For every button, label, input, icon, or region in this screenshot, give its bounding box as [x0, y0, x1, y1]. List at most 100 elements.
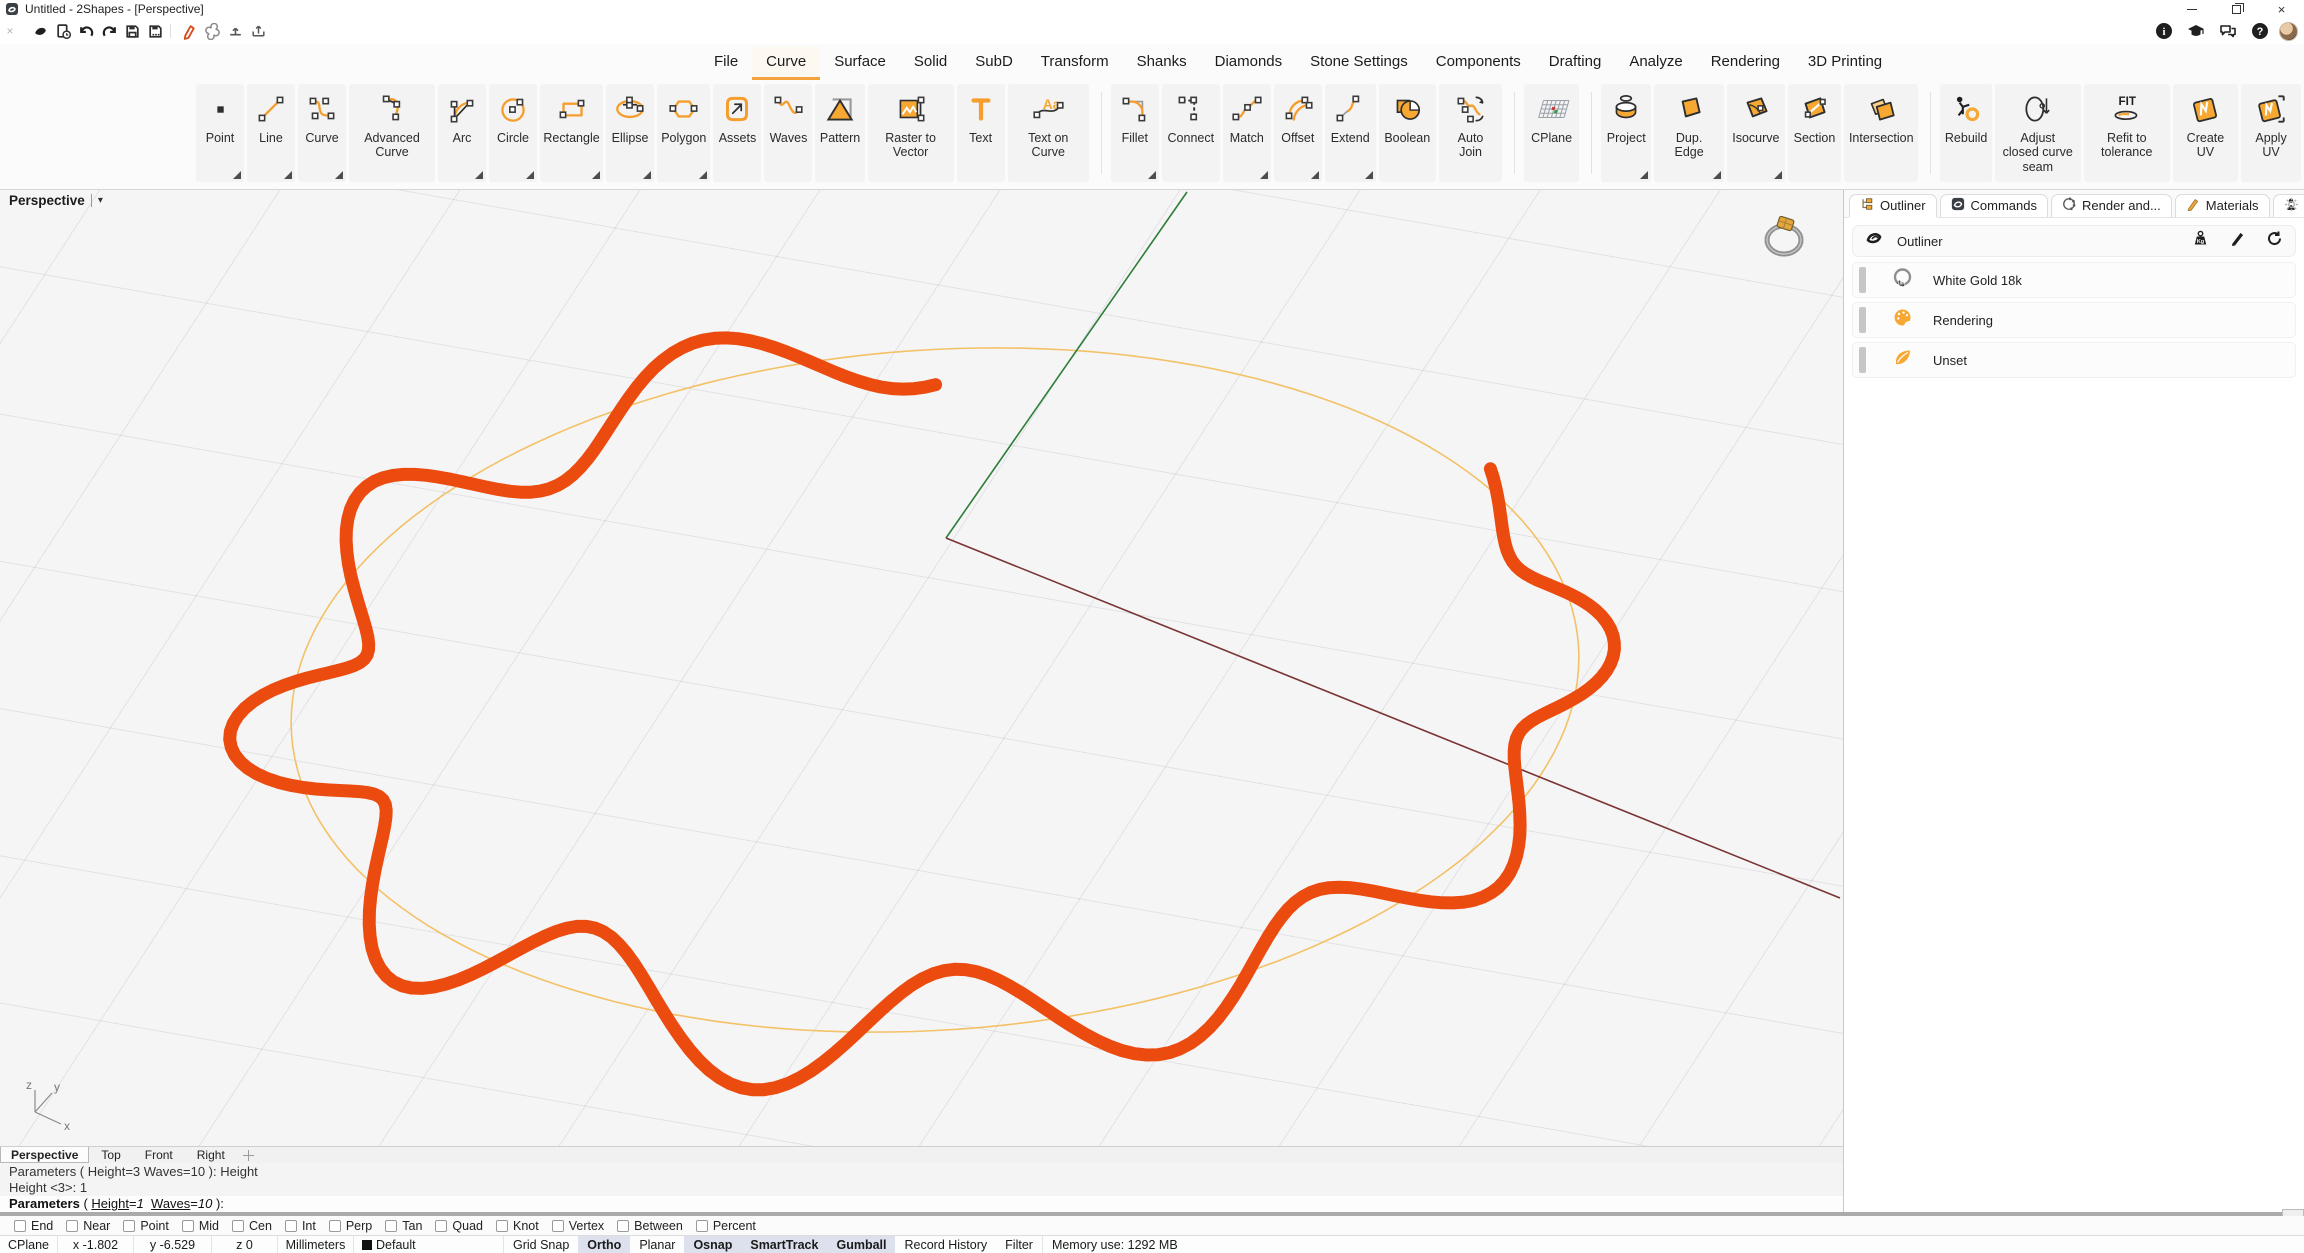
toolbar-button-section[interactable]: Section — [1788, 84, 1841, 182]
help-icon[interactable]: ? — [2251, 22, 2269, 40]
menu-tab-analyze[interactable]: Analyze — [1615, 47, 1696, 80]
toolbar-button-pattern[interactable]: Pattern — [815, 84, 864, 182]
toolbar-button-ellipse[interactable]: Ellipse — [606, 84, 654, 182]
gear-icon[interactable] — [2284, 197, 2299, 217]
refresh-icon[interactable] — [2266, 230, 2283, 252]
toolbar-button-raster-to-vector[interactable]: Raster to Vector — [868, 84, 954, 182]
checkbox-unchecked[interactable] — [696, 1220, 708, 1232]
toolbar-button-boolean[interactable]: Boolean — [1379, 84, 1436, 182]
viewport-tab-perspective[interactable]: Perspective — [0, 1147, 89, 1163]
toolbar-button-fillet[interactable]: Fillet — [1111, 84, 1159, 182]
save-icon[interactable] — [123, 22, 142, 41]
info-icon[interactable]: i — [2155, 22, 2173, 40]
restore-button[interactable] — [2214, 0, 2259, 18]
chat-icon[interactable] — [2219, 22, 2237, 40]
menu-tab-subd[interactable]: SubD — [961, 47, 1027, 80]
toolbar-button-point[interactable]: Point — [196, 84, 244, 182]
panel-tab-commands[interactable]: Commands — [1940, 194, 2048, 217]
toolbar-button-arc[interactable]: Arc — [438, 84, 486, 182]
osnap-toggle-tan[interactable]: Tan — [385, 1219, 422, 1233]
menu-tab-3d-printing[interactable]: 3D Printing — [1794, 47, 1896, 80]
file-history-icon[interactable] — [54, 22, 73, 41]
menu-tab-surface[interactable]: Surface — [820, 47, 900, 80]
menu-tab-shanks[interactable]: Shanks — [1123, 47, 1201, 80]
toolbar-close-icon[interactable]: × — [3, 24, 17, 38]
osnap-toggle-int[interactable]: Int — [285, 1219, 316, 1233]
close-button[interactable]: × — [2259, 0, 2304, 18]
viewport-title-menu[interactable]: Perspective ▾ — [9, 193, 103, 208]
status-toggle-planar[interactable]: Planar — [630, 1236, 684, 1253]
toolbar-button-apply-uv[interactable]: Apply UV — [2241, 84, 2301, 182]
toolbar-button-refit-to-tolerance[interactable]: FITRefit to tolerance — [2084, 84, 2170, 182]
toolbar-button-text-on-curve[interactable]: AaText on Curve — [1008, 84, 1089, 182]
menu-tab-stone-settings[interactable]: Stone Settings — [1296, 47, 1422, 80]
toolbar-button-line[interactable]: Line — [247, 84, 295, 182]
status-toggle-gumball[interactable]: Gumball — [827, 1236, 895, 1253]
checkbox-unchecked[interactable] — [385, 1220, 397, 1232]
toolbar-button-text[interactable]: Text — [957, 84, 1005, 182]
academy-icon[interactable] — [2187, 22, 2205, 40]
status-toggle-record-history[interactable]: Record History — [895, 1236, 996, 1253]
stamp-icon[interactable] — [203, 22, 222, 41]
menu-tab-transform[interactable]: Transform — [1027, 47, 1123, 80]
checkbox-unchecked[interactable] — [329, 1220, 341, 1232]
status-toggle-smarttrack[interactable]: SmartTrack — [741, 1236, 827, 1253]
menu-tab-drafting[interactable]: Drafting — [1535, 47, 1616, 80]
osnap-toggle-cen[interactable]: Cen — [232, 1219, 272, 1233]
material-row-unset[interactable]: Unset — [1852, 342, 2296, 378]
undo-icon[interactable] — [77, 22, 96, 41]
osnap-toggle-knot[interactable]: Knot — [496, 1219, 539, 1233]
menu-tab-curve[interactable]: Curve — [752, 47, 820, 80]
toolbar-button-rebuild[interactable]: Rebuild — [1940, 84, 1991, 182]
toolbar-button-waves[interactable]: Waves — [764, 84, 812, 182]
prompt-option-height[interactable]: Height — [91, 1196, 129, 1211]
viewport-tab-front[interactable]: Front — [133, 1147, 185, 1163]
marker-icon[interactable] — [180, 22, 199, 41]
toolbar-button-intersection[interactable]: Intersection — [1844, 84, 1918, 182]
osnap-toggle-perp[interactable]: Perp — [329, 1219, 372, 1233]
toolbar-button-auto-join[interactable]: Auto Join — [1439, 84, 1502, 182]
osnap-toggle-end[interactable]: End — [14, 1219, 53, 1233]
prompt-option-waves[interactable]: Waves — [151, 1196, 190, 1211]
osnap-toggle-vertex[interactable]: Vertex — [552, 1219, 604, 1233]
status-toggle-grid-snap[interactable]: Grid Snap — [504, 1236, 578, 1253]
toolbar-button-curve[interactable]: Curve — [298, 84, 346, 182]
toolbar-button-adjust-closed-curve-seam[interactable]: Adjust closed curve seam — [1995, 84, 2081, 182]
toolbar-button-advanced-curve[interactable]: Advanced Curve — [349, 84, 435, 182]
app-swoosh-icon[interactable] — [31, 22, 50, 41]
material-row-white-gold-18k[interactable]: 18KWhite Gold 18k — [1852, 262, 2296, 298]
toolbar-button-offset[interactable]: Offset — [1274, 84, 1322, 182]
toolbar-button-circle[interactable]: Circle — [489, 84, 537, 182]
toolbar-button-project[interactable]: Project — [1601, 84, 1651, 182]
checkbox-unchecked[interactable] — [66, 1220, 78, 1232]
weight-icon[interactable]: Kg — [2192, 230, 2209, 252]
toolbar-button-match[interactable]: Match — [1223, 84, 1271, 182]
toolbar-button-extend[interactable]: Extend — [1325, 84, 1376, 182]
toolbar-button-rectangle[interactable]: Rectangle — [540, 84, 603, 182]
command-prompt-input[interactable]: Parameters ( Height=1 Waves=10 ): — [0, 1196, 1843, 1212]
checkbox-unchecked[interactable] — [552, 1220, 564, 1232]
toolbar-button-polygon[interactable]: Polygon — [657, 84, 710, 182]
incremental-save-icon[interactable] — [146, 22, 165, 41]
status-cell-default[interactable]: Default — [354, 1236, 504, 1253]
status-cell-cplane[interactable]: CPlane — [0, 1236, 58, 1253]
toolbar-button-isocurve[interactable]: Isocurve — [1727, 84, 1785, 182]
redo-icon[interactable] — [100, 22, 119, 41]
panel-tab-outliner[interactable]: Outliner — [1849, 194, 1937, 217]
toolbar-button-create-uv[interactable]: Create UV — [2173, 84, 2238, 182]
menu-tab-components[interactable]: Components — [1422, 47, 1535, 80]
checkbox-unchecked[interactable] — [123, 1220, 135, 1232]
menu-tab-diamonds[interactable]: Diamonds — [1201, 47, 1297, 80]
panel-tab-render-and[interactable]: Render and... — [2051, 194, 2172, 217]
pencil-icon[interactable] — [2229, 230, 2246, 252]
checkbox-unchecked[interactable] — [496, 1220, 508, 1232]
panel-tab-materials[interactable]: Materials — [2175, 194, 2270, 217]
menu-tab-file[interactable]: File — [700, 47, 752, 80]
status-toggle-osnap[interactable]: Osnap — [684, 1236, 741, 1253]
menu-tab-rendering[interactable]: Rendering — [1697, 47, 1794, 80]
status-toggle-ortho[interactable]: Ortho — [578, 1236, 630, 1253]
toolbar-button-dup-edge[interactable]: Dup. Edge — [1654, 84, 1723, 182]
checkbox-unchecked[interactable] — [182, 1220, 194, 1232]
osnap-toggle-quad[interactable]: Quad — [435, 1219, 483, 1233]
export-flat-icon[interactable] — [226, 22, 245, 41]
